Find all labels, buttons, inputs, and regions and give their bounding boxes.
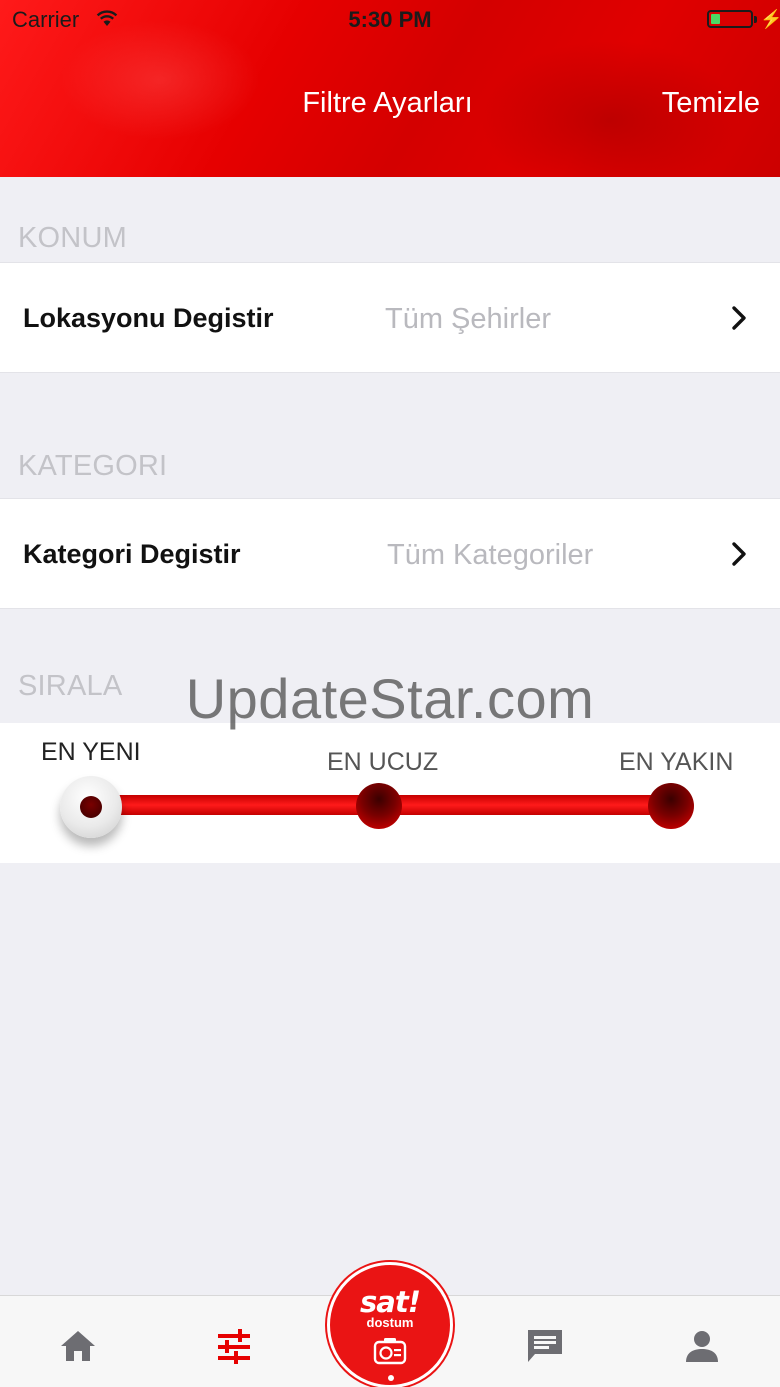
sort-slider-knob[interactable] (60, 776, 122, 838)
chevron-right-icon (732, 542, 746, 566)
category-row-label: Kategori Degistir (23, 539, 241, 569)
sell-button-indicator (388, 1375, 394, 1381)
home-icon[interactable] (58, 1326, 98, 1366)
chevron-right-icon (732, 306, 746, 330)
location-row-label: Lokasyonu Degistir (23, 303, 274, 333)
location-row-value: Tüm Şehirler (385, 303, 551, 335)
section-header-category: KATEGORI (18, 450, 168, 482)
watermark: UpdateStar.com (185, 667, 595, 730)
battery-icon (707, 10, 757, 28)
page-title: Filtre Ayarları (302, 87, 473, 119)
sort-stop-nearest[interactable] (648, 783, 694, 829)
messages-icon[interactable] (525, 1326, 565, 1366)
sort-stop-cheapest[interactable] (356, 783, 402, 829)
sell-button-brand: sat! (360, 1285, 421, 1319)
category-row-value: Tüm Kategoriler (387, 539, 594, 571)
sell-button-subtitle: dostum (366, 1315, 414, 1330)
camera-icon (373, 1338, 407, 1365)
section-header-location: KONUM (18, 222, 127, 254)
clock: 5:30 PM (348, 7, 432, 32)
nav-header: Carrier 5:30 PM ⚡ Filtre Ayarları Temizl… (0, 0, 780, 177)
filter-icon[interactable] (214, 1326, 254, 1366)
category-row[interactable]: Kategori Degistir Tüm Kategoriler (0, 498, 780, 609)
clear-button[interactable]: Temizle (662, 87, 760, 120)
sell-button[interactable]: sat! dostum (327, 1262, 453, 1387)
location-row[interactable]: Lokasyonu Degistir Tüm Şehirler (0, 262, 780, 373)
sort-option-nearest[interactable]: EN YAKIN (619, 748, 733, 777)
sort-option-cheapest[interactable]: EN UCUZ (327, 748, 438, 777)
status-bar: Carrier 5:30 PM ⚡ (0, 0, 780, 40)
sort-option-newest[interactable]: EN YENI (41, 738, 141, 767)
charging-bolt-icon: ⚡ (760, 9, 780, 29)
profile-icon[interactable] (682, 1326, 722, 1366)
